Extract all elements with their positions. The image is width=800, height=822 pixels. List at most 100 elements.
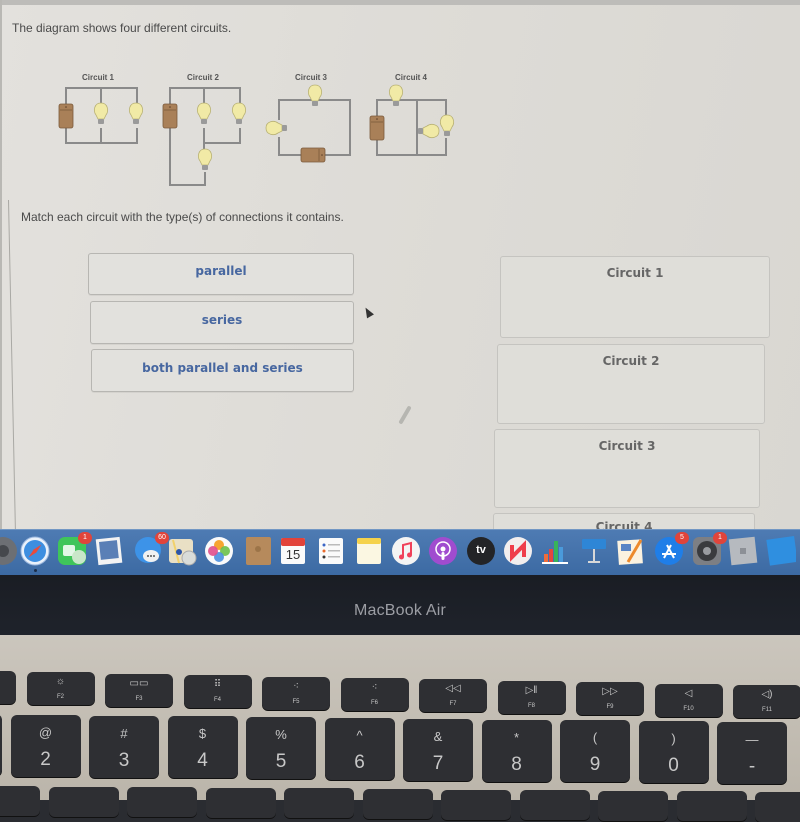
folder-icon	[766, 536, 796, 566]
screen: The diagram shows four different circuit…	[0, 0, 800, 540]
key-symbol-icon: ▷▷	[602, 686, 618, 698]
dock-item-photos[interactable]	[204, 536, 234, 566]
key-0[interactable]: ) 0	[638, 721, 709, 784]
dock-item-preview[interactable]	[94, 536, 124, 566]
key-letter[interactable]	[127, 787, 197, 818]
dock-item-music[interactable]	[391, 536, 421, 566]
key-letter[interactable]	[441, 789, 511, 820]
dock-item-numbers[interactable]	[540, 536, 570, 566]
key-label: F8	[527, 702, 535, 709]
dock-item-news[interactable]	[503, 536, 533, 566]
dock-item-reminders[interactable]	[316, 536, 346, 566]
book-icon	[246, 537, 271, 565]
key-label: F7	[449, 701, 457, 708]
key-letter[interactable]	[755, 792, 800, 822]
key-f3[interactable]: ▭▭ F3	[105, 673, 173, 707]
key-5[interactable]: % 5	[246, 717, 316, 780]
key-letter[interactable]	[0, 786, 40, 816]
dock-item-podcasts[interactable]	[428, 536, 458, 566]
key-2[interactable]: @2	[10, 714, 81, 777]
answer-tile-both[interactable]: both parallel and series	[91, 349, 354, 392]
bulb-icon	[196, 102, 212, 125]
answer-tile-label: series	[201, 312, 243, 327]
key-f10[interactable]: ◁ F10	[654, 683, 723, 717]
drop-target-circuit-1[interactable]: Circuit 1	[500, 256, 770, 338]
key-symbol-icon: ◁◁	[445, 683, 461, 695]
key-f11[interactable]: ◁) F11	[733, 685, 800, 718]
compass-icon	[20, 536, 50, 566]
drop-target-circuit-3[interactable]: Circuit 3	[494, 429, 760, 508]
key-letter[interactable]	[48, 786, 119, 817]
answer-tile-parallel[interactable]: parallel	[88, 253, 354, 295]
key-f7[interactable]: ◁◁ F7	[419, 679, 487, 713]
tv-label: tv	[476, 544, 486, 556]
key-main-label: 3	[118, 749, 130, 771]
dock-item-apple-tv[interactable]: tv	[466, 536, 496, 566]
key-3[interactable]: #3	[89, 715, 159, 778]
notification-badge: 5	[675, 532, 689, 544]
key-shift-label: %	[275, 727, 287, 743]
circuit-4-drawing	[369, 84, 455, 156]
bar-chart-icon	[542, 541, 568, 564]
dock-item-messages[interactable]: 60	[134, 532, 169, 566]
key-letter[interactable]	[519, 790, 590, 821]
key-symbol-icon: ⁖	[293, 680, 299, 692]
key--[interactable]: — -	[717, 722, 787, 784]
dock-item-contacts[interactable]	[243, 536, 273, 566]
key-main-label: 5	[275, 751, 287, 773]
dock-item-folder-blue[interactable]	[766, 536, 796, 566]
battery-icon	[369, 115, 385, 141]
key-shift-label: —	[745, 732, 759, 747]
key-4[interactable]: $4	[167, 716, 238, 779]
answer-tile-series[interactable]: series	[90, 301, 354, 344]
news-icon	[504, 537, 532, 565]
bulb-icon	[265, 120, 288, 136]
key-f5[interactable]: ⁖ F5	[262, 676, 330, 710]
dock-item-pages[interactable]	[616, 536, 646, 566]
dock-item-notes[interactable]	[354, 536, 384, 566]
key-label: F4	[213, 697, 221, 704]
dock-item-maps[interactable]	[167, 536, 197, 566]
dock-item-keynote[interactable]	[579, 536, 609, 566]
key-main-label: 2	[40, 748, 51, 770]
answer-tile-label: both parallel and series	[142, 360, 303, 375]
key-symbol-icon: ☼	[55, 676, 66, 688]
dock-item-facetime[interactable]: 1	[57, 532, 92, 566]
dock-item-safari[interactable]	[20, 536, 50, 572]
key-shift-label: *	[513, 729, 520, 745]
key-letter[interactable]	[284, 788, 354, 819]
drop-target-circuit-2[interactable]: Circuit 2	[497, 344, 765, 424]
key-shift-label: )	[671, 731, 676, 747]
key-main-label: -	[748, 756, 756, 777]
key-f8[interactable]: ▷‖ F8	[497, 680, 566, 714]
note-icon	[357, 538, 381, 564]
key-7[interactable]: & 7	[403, 718, 473, 781]
key-letter[interactable]	[676, 791, 747, 822]
key-shift-label: ^	[356, 728, 363, 743]
notification-badge: 1	[713, 532, 727, 544]
key-f1[interactable]: ☼ F1	[0, 671, 16, 704]
photo-icon	[95, 536, 123, 566]
dock-item-folder-gray[interactable]	[728, 536, 758, 566]
key-f6[interactable]: ⁖ F6	[340, 678, 409, 711]
key-f4[interactable]: ⠿ F4	[183, 675, 252, 709]
dock-item-app-store[interactable]: 5	[654, 532, 689, 566]
key-letter[interactable]	[362, 789, 433, 819]
key-label: F6	[370, 700, 378, 706]
key-f9[interactable]: ▷▷ F9	[576, 682, 644, 716]
dock-item-finder[interactable]	[0, 536, 18, 566]
key-6[interactable]: ^ 6	[324, 718, 395, 780]
key-letter[interactable]	[205, 787, 276, 818]
dock-item-system-preferences[interactable]: 1	[692, 532, 727, 566]
key-letter[interactable]	[598, 790, 668, 821]
key-f2[interactable]: ☼ F2	[26, 672, 95, 706]
key-main-label: 1	[0, 748, 2, 770]
key-1[interactable]: !1	[0, 714, 2, 776]
key-label: F2	[56, 694, 64, 701]
key-8[interactable]: * 8	[481, 719, 552, 782]
calendar-day: 15	[285, 547, 301, 562]
dock-item-calendar[interactable]: 15	[278, 536, 308, 566]
key-main-label: 6	[354, 752, 365, 773]
key-9[interactable]: (9	[560, 720, 630, 783]
key-shift-label: @	[38, 724, 53, 740]
